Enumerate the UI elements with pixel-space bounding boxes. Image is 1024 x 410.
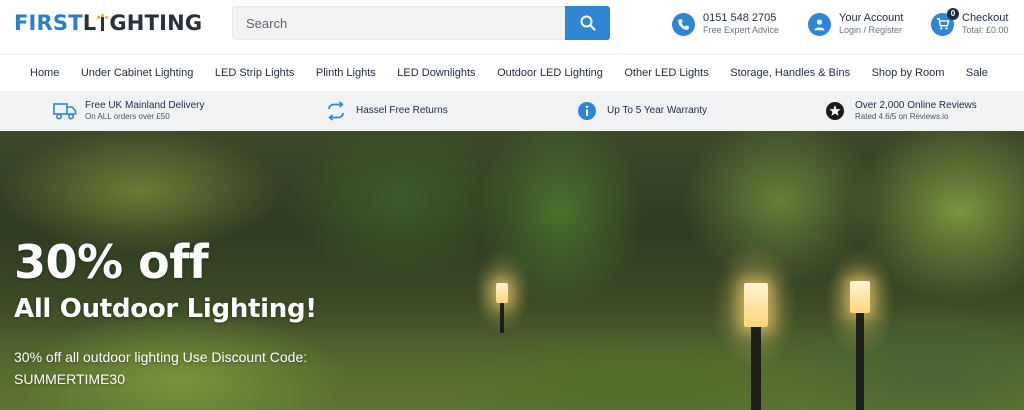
search-bar <box>232 6 610 40</box>
usp-delivery: Free UK Mainland Delivery On ALL orders … <box>53 91 205 131</box>
nav-item-plinth-lights[interactable]: Plinth Lights <box>316 67 376 79</box>
truck-icon <box>53 99 77 123</box>
search-input[interactable] <box>233 7 567 39</box>
account-title: Your Account <box>839 12 904 24</box>
cart-icon: 0 <box>931 7 959 36</box>
usp-returns: Hassel Free Returns <box>324 91 448 131</box>
garden-lamp-image <box>496 283 508 333</box>
usp-bar: Free UK Mainland Delivery On ALL orders … <box>0 91 1024 131</box>
usp-reviews-title: Over 2,000 Online Reviews <box>855 100 977 112</box>
search-button[interactable] <box>565 6 610 40</box>
logo-rest: GHTING <box>109 11 203 35</box>
usp-reviews: Over 2,000 Online Reviews Rated 4.6/5 on… <box>823 91 977 131</box>
checkout-link[interactable]: 0 Checkout Total: £0.00 <box>931 7 1009 38</box>
nav-item-outdoor-led-lighting[interactable]: Outdoor LED Lighting <box>497 67 603 79</box>
user-icon <box>808 12 831 36</box>
hero-headline: 30% off <box>14 235 209 289</box>
site-logo[interactable]: FIRSTL GHTING <box>14 11 202 35</box>
nav-item-led-strip-lights[interactable]: LED Strip Lights <box>215 67 294 79</box>
garden-lamp-image <box>744 283 768 410</box>
star-icon <box>823 99 847 123</box>
hero-subheadline: All Outdoor Lighting! <box>14 294 317 324</box>
nav-item-other-led-lights[interactable]: Other LED Lights <box>624 67 708 79</box>
cart-total: Total: £0.00 <box>962 24 1009 35</box>
info-icon <box>575 99 599 123</box>
usp-returns-title: Hassel Free Returns <box>356 104 448 116</box>
nav-item-storage-handles-bins[interactable]: Storage, Handles & Bins <box>730 67 850 79</box>
site-header: FIRSTL GHTING 0151 548 2705 Free Expert A… <box>0 0 1024 54</box>
account-subtext: Login / Register <box>839 24 903 35</box>
usp-reviews-sub: Rated 4.6/5 on Reviews.io <box>855 111 949 121</box>
returns-icon <box>324 99 348 123</box>
nav-item-home[interactable]: Home <box>30 67 59 79</box>
hero-banner[interactable]: 30% off All Outdoor Lighting! 30% off al… <box>0 131 1024 410</box>
main-nav: Home Under Cabinet Lighting LED Strip Li… <box>0 54 1024 91</box>
nav-item-shop-by-room[interactable]: Shop by Room <box>872 67 945 79</box>
garden-lamp-image <box>850 281 870 410</box>
logo-l: L <box>82 11 97 35</box>
hero-body-text: 30% off all outdoor lighting Use Discoun… <box>14 349 308 387</box>
usp-warranty-title: Up To 5 Year Warranty <box>607 104 708 116</box>
phone-contact[interactable]: 0151 548 2705 Free Expert Advice <box>672 10 779 38</box>
logo-first: FIRST <box>14 11 83 35</box>
logo-bulb-icon <box>97 14 109 32</box>
usp-warranty: Up To 5 Year Warranty <box>575 91 707 131</box>
phone-subtext: Free Expert Advice <box>703 24 780 35</box>
account-link[interactable]: Your Account Login / Register <box>808 10 903 38</box>
usp-delivery-title: Free UK Mainland Delivery <box>85 100 205 112</box>
phone-icon <box>672 12 695 36</box>
nav-item-led-downlights[interactable]: LED Downlights <box>397 67 475 79</box>
cart-count-badge: 0 <box>947 7 959 20</box>
nav-item-sale[interactable]: Sale <box>966 67 988 79</box>
search-icon <box>580 15 596 31</box>
phone-number: 0151 548 2705 <box>703 12 777 24</box>
usp-delivery-sub: On ALL orders over £50 <box>85 111 170 121</box>
nav-item-under-cabinet-lighting[interactable]: Under Cabinet Lighting <box>81 67 194 79</box>
checkout-title: Checkout <box>962 12 1009 24</box>
